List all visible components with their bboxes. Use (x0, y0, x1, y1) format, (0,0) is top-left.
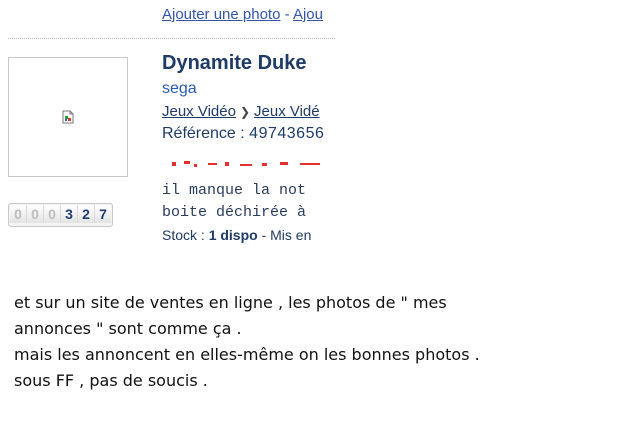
view-counter: 0 0 0 3 2 7 (8, 203, 113, 227)
garbled-red-text (172, 161, 320, 167)
reference: Référence : 49743656 (162, 125, 324, 143)
counter-digit: 2 (78, 205, 95, 223)
counter-digit: 7 (95, 205, 111, 223)
divider (8, 38, 335, 39)
breadcrumb-item[interactable]: Jeux Vidéo (162, 103, 236, 120)
link-separator: - (284, 6, 290, 23)
comment-line: sous FF , pas de soucis . (14, 371, 208, 390)
counter-digit: 0 (27, 205, 44, 223)
broken-image-icon (62, 110, 74, 124)
add-photo-link[interactable]: Ajouter une photo (162, 6, 280, 23)
comment-line: et sur un site de ventes en ligne , les … (14, 293, 447, 312)
breadcrumb: Jeux Vidéo ❯ Jeux Vidé (162, 103, 320, 120)
stock-label: Stock : (162, 227, 205, 243)
partial-link[interactable]: Ajou (293, 6, 323, 23)
listing-panel: Ajouter une photo - Ajou 0 0 0 3 2 7 Dyn… (0, 0, 335, 250)
product-brand[interactable]: sega (162, 80, 197, 98)
stock-suffix: - Mis en (261, 227, 312, 243)
product-thumbnail[interactable] (8, 57, 128, 177)
chevron-right-icon: ❯ (239, 105, 251, 119)
comment-line: mais les annoncent en elles-même on les … (14, 345, 480, 364)
counter-digit: 3 (61, 205, 78, 223)
description-line: boite déchirée à (162, 204, 307, 221)
counter-digit: 0 (44, 205, 61, 223)
stock-status: Stock : 1 dispo - Mis en (162, 227, 311, 243)
comment-text: et sur un site de ventes en ligne , les … (14, 290, 480, 394)
description-line: il manque la not (162, 182, 307, 199)
reference-label: Référence : (162, 125, 245, 142)
product-title[interactable]: Dynamite Duke (162, 52, 307, 75)
stock-value: 1 dispo (208, 227, 258, 243)
photo-links: Ajouter une photo - Ajou (162, 6, 323, 23)
reference-value: 49743656 (249, 125, 325, 142)
counter-digit: 0 (10, 205, 27, 223)
breadcrumb-item[interactable]: Jeux Vidé (254, 103, 320, 120)
comment-line: annonces " sont comme ça . (14, 319, 242, 338)
